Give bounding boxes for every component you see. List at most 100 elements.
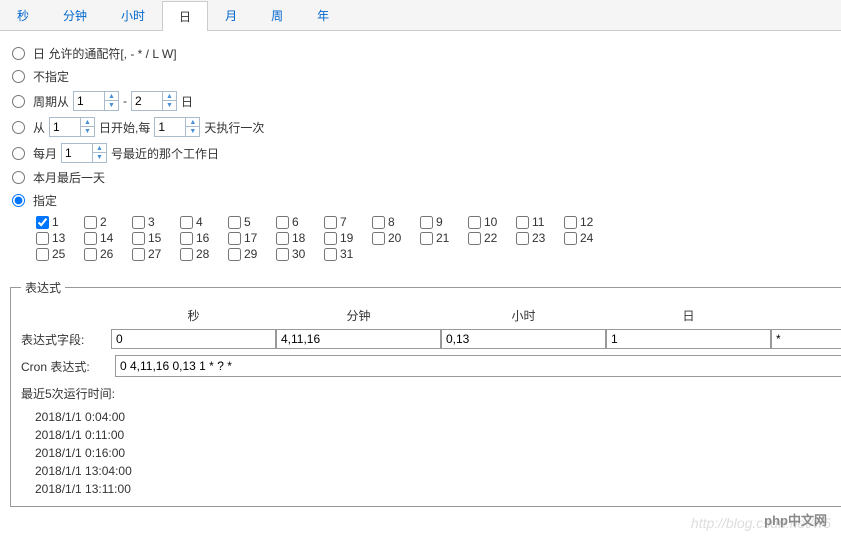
chevron-up-icon[interactable]: ▲ — [185, 118, 199, 127]
day-check-10[interactable] — [468, 216, 481, 229]
day-check-20[interactable] — [372, 232, 385, 245]
radio-workday[interactable] — [12, 147, 25, 160]
day-check-30[interactable] — [276, 248, 289, 261]
day-checkbox-1[interactable]: 1 — [36, 215, 78, 229]
day-checkbox-25[interactable]: 25 — [36, 247, 78, 261]
every-step-stepper[interactable]: ▲▼ — [154, 117, 200, 137]
day-check-14[interactable] — [84, 232, 97, 245]
day-checkbox-14[interactable]: 14 — [84, 231, 126, 245]
day-checkbox-13[interactable]: 13 — [36, 231, 78, 245]
day-check-17[interactable] — [228, 232, 241, 245]
tab-秒[interactable]: 秒 — [0, 0, 46, 30]
chevron-down-icon[interactable]: ▼ — [80, 127, 94, 136]
expr-field-2[interactable] — [441, 329, 606, 349]
workday-stepper[interactable]: ▲▼ — [61, 143, 107, 163]
day-checkbox-10[interactable]: 10 — [468, 215, 510, 229]
day-checkbox-7[interactable]: 7 — [324, 215, 366, 229]
tab-月[interactable]: 月 — [208, 0, 254, 30]
day-checkbox-16[interactable]: 16 — [180, 231, 222, 245]
day-checkbox-6[interactable]: 6 — [276, 215, 318, 229]
day-check-2[interactable] — [84, 216, 97, 229]
radio-lastday[interactable] — [12, 171, 25, 184]
tab-周[interactable]: 周 — [254, 0, 300, 30]
day-checkbox-20[interactable]: 20 — [372, 231, 414, 245]
day-check-15[interactable] — [132, 232, 145, 245]
day-check-3[interactable] — [132, 216, 145, 229]
chevron-up-icon[interactable]: ▲ — [104, 92, 118, 101]
tab-年[interactable]: 年 — [300, 0, 346, 30]
day-check-27[interactable] — [132, 248, 145, 261]
day-check-21[interactable] — [420, 232, 433, 245]
chevron-up-icon[interactable]: ▲ — [162, 92, 176, 101]
day-checkbox-12[interactable]: 12 — [564, 215, 606, 229]
every-step-input[interactable] — [155, 118, 185, 136]
day-check-7[interactable] — [324, 216, 337, 229]
chevron-down-icon[interactable]: ▼ — [185, 127, 199, 136]
chevron-down-icon[interactable]: ▼ — [104, 101, 118, 110]
day-checkbox-17[interactable]: 17 — [228, 231, 270, 245]
chevron-up-icon[interactable]: ▲ — [92, 144, 106, 153]
day-checkbox-28[interactable]: 28 — [180, 247, 222, 261]
day-checkbox-27[interactable]: 27 — [132, 247, 174, 261]
every-start-input[interactable] — [50, 118, 80, 136]
day-checkbox-8[interactable]: 8 — [372, 215, 414, 229]
day-check-4[interactable] — [180, 216, 193, 229]
day-check-29[interactable] — [228, 248, 241, 261]
day-check-22[interactable] — [468, 232, 481, 245]
radio-specify[interactable] — [12, 194, 25, 207]
tab-分钟[interactable]: 分钟 — [46, 0, 104, 30]
day-checkbox-22[interactable]: 22 — [468, 231, 510, 245]
expr-field-3[interactable] — [606, 329, 771, 349]
day-check-6[interactable] — [276, 216, 289, 229]
day-check-26[interactable] — [84, 248, 97, 261]
day-checkbox-29[interactable]: 29 — [228, 247, 270, 261]
day-checkbox-24[interactable]: 24 — [564, 231, 606, 245]
day-check-25[interactable] — [36, 248, 49, 261]
radio-cycle[interactable] — [12, 95, 25, 108]
expr-field-0[interactable] — [111, 329, 276, 349]
cycle-from-input[interactable] — [74, 92, 104, 110]
day-check-9[interactable] — [420, 216, 433, 229]
day-checkbox-23[interactable]: 23 — [516, 231, 558, 245]
day-checkbox-4[interactable]: 4 — [180, 215, 222, 229]
workday-input[interactable] — [62, 144, 92, 162]
cron-input[interactable] — [115, 355, 841, 377]
day-checkbox-9[interactable]: 9 — [420, 215, 462, 229]
day-check-31[interactable] — [324, 248, 337, 261]
cycle-to-stepper[interactable]: ▲▼ — [131, 91, 177, 111]
day-check-8[interactable] — [372, 216, 385, 229]
cycle-from-stepper[interactable]: ▲▼ — [73, 91, 119, 111]
radio-every[interactable] — [12, 121, 25, 134]
day-checkbox-21[interactable]: 21 — [420, 231, 462, 245]
day-checkbox-19[interactable]: 19 — [324, 231, 366, 245]
chevron-down-icon[interactable]: ▼ — [92, 153, 106, 162]
every-start-stepper[interactable]: ▲▼ — [49, 117, 95, 137]
day-checkbox-15[interactable]: 15 — [132, 231, 174, 245]
tab-小时[interactable]: 小时 — [104, 0, 162, 30]
day-check-5[interactable] — [228, 216, 241, 229]
day-check-11[interactable] — [516, 216, 529, 229]
day-check-12[interactable] — [564, 216, 577, 229]
day-checkbox-26[interactable]: 26 — [84, 247, 126, 261]
day-checkbox-18[interactable]: 18 — [276, 231, 318, 245]
day-checkbox-11[interactable]: 11 — [516, 215, 558, 229]
cycle-to-input[interactable] — [132, 92, 162, 110]
day-checkbox-5[interactable]: 5 — [228, 215, 270, 229]
day-check-19[interactable] — [324, 232, 337, 245]
day-check-16[interactable] — [180, 232, 193, 245]
chevron-down-icon[interactable]: ▼ — [162, 101, 176, 110]
day-checkbox-2[interactable]: 2 — [84, 215, 126, 229]
expr-field-4[interactable] — [771, 329, 841, 349]
day-check-1[interactable] — [36, 216, 49, 229]
day-checkbox-3[interactable]: 3 — [132, 215, 174, 229]
chevron-up-icon[interactable]: ▲ — [80, 118, 94, 127]
day-check-13[interactable] — [36, 232, 49, 245]
day-check-23[interactable] — [516, 232, 529, 245]
radio-unspecified[interactable] — [12, 70, 25, 83]
expr-field-1[interactable] — [276, 329, 441, 349]
day-checkbox-31[interactable]: 31 — [324, 247, 366, 261]
tab-日[interactable]: 日 — [162, 1, 208, 31]
day-check-28[interactable] — [180, 248, 193, 261]
day-check-24[interactable] — [564, 232, 577, 245]
day-check-18[interactable] — [276, 232, 289, 245]
